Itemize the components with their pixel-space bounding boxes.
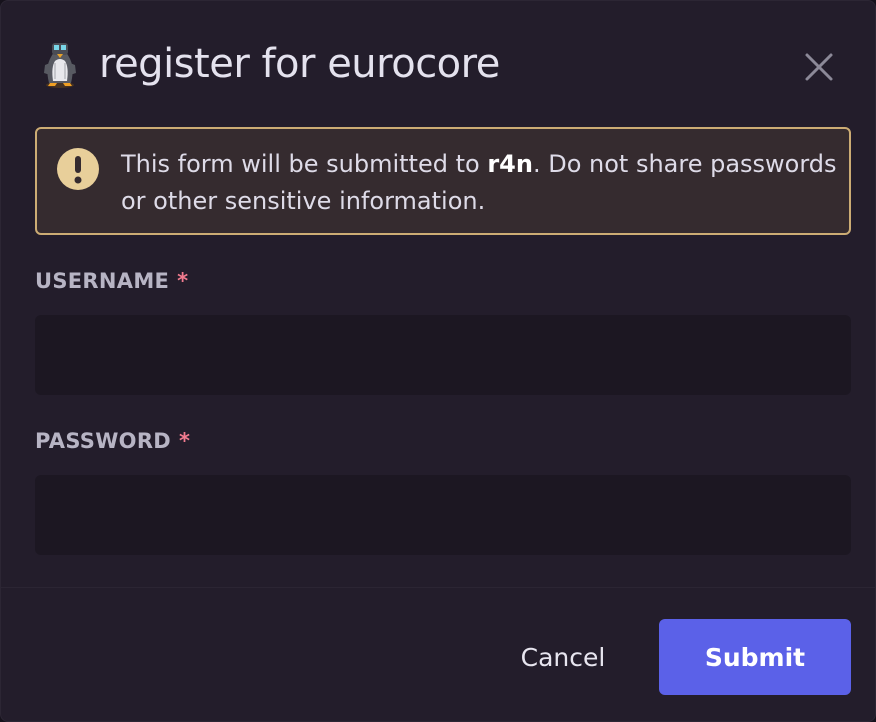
password-label: PASSWORD * [35,429,190,453]
exclamation-icon [57,148,99,190]
penguin-icon [44,43,76,88]
register-modal: register for eurocore This form will be … [0,0,876,722]
modal-header: register for eurocore [35,39,500,89]
footer-divider [1,587,875,588]
warning-app-name: r4n [487,150,533,178]
password-label-text: PASSWORD [35,429,172,453]
username-input[interactable] [35,315,851,395]
password-input[interactable] [35,475,851,555]
modal-title: register for eurocore [99,41,500,87]
warning-text-before: This form will be submitted to [121,150,488,178]
username-label: USERNAME * [35,269,188,293]
close-button[interactable] [801,49,837,85]
close-icon [805,53,833,81]
required-mark: * [177,269,189,293]
cancel-button[interactable]: Cancel [499,619,627,695]
warning-text: This form will be submitted to r4n. Do n… [121,146,841,220]
required-mark: * [179,429,191,453]
submit-button[interactable]: Submit [659,619,851,695]
warning-notice: This form will be submitted to r4n. Do n… [35,127,851,235]
username-label-text: USERNAME [35,269,170,293]
